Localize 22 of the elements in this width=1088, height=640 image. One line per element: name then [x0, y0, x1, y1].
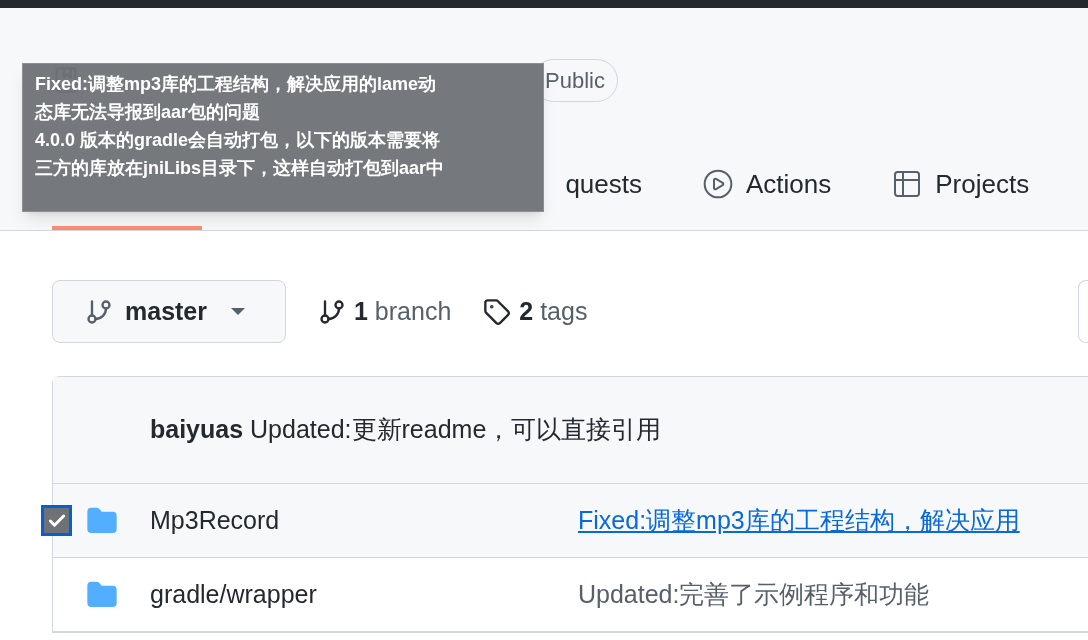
file-row[interactable]: Mp3Record Fixed:调整mp3库的工程结构，解决应用: [53, 484, 1088, 558]
file-row[interactable]: gradle/wrapper Updated:完善了示例程序和功能: [53, 558, 1088, 632]
latest-commit: baiyuas Updated:更新readme，可以直接引用: [53, 377, 1088, 484]
tags-link[interactable]: 2 tags: [483, 292, 588, 331]
tooltip-text: 三方的库放在jniLibs目录下，这样自动打包到aar中: [35, 157, 446, 180]
checkbox[interactable]: [41, 505, 72, 536]
branch-select[interactable]: master: [52, 280, 286, 343]
commit-message[interactable]: Fixed:调整mp3库的工程结构，解决应用: [578, 501, 1020, 540]
tooltip-text: 态库无法导报到aar包的问题: [35, 101, 262, 124]
branch-icon: [85, 297, 113, 326]
file-name[interactable]: gradle/wrapper: [150, 575, 578, 614]
commit-message: Updated:完善了示例程序和功能: [578, 578, 930, 610]
nav-tab[interactable]: Actions: [694, 142, 840, 230]
nav-tab[interactable]: Projects: [883, 142, 1038, 230]
tag-icon: [483, 297, 512, 326]
branches-link[interactable]: 1 branch: [318, 292, 452, 331]
play-icon: [702, 168, 734, 200]
caret-icon: [231, 308, 245, 315]
tooltip-text: 4.0.0 版本的gradle会自动打包，以下的版本需要将: [35, 129, 442, 152]
branch-icon: [318, 297, 346, 326]
tooltip-text: Fixed:调整mp3库的工程结构，解决应用的lame动: [35, 73, 438, 96]
file-name[interactable]: Mp3Record: [150, 501, 578, 540]
